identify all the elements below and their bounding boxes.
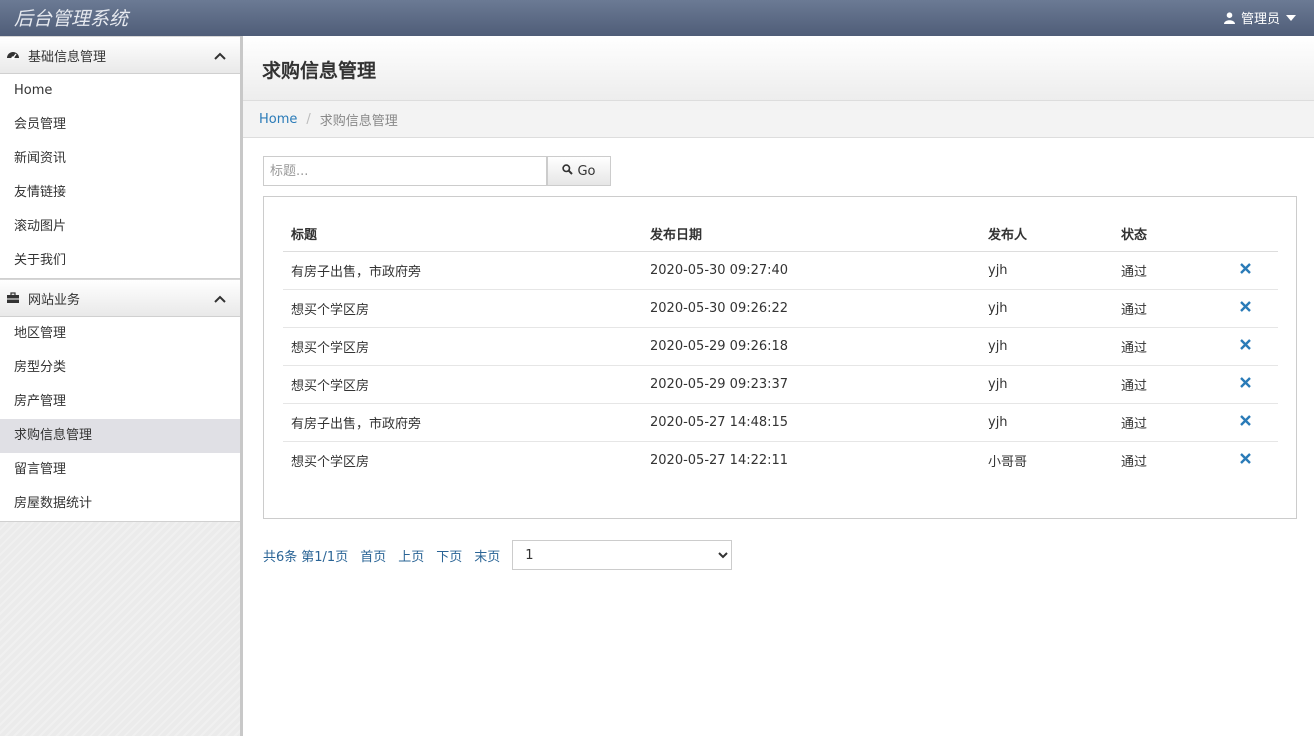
cell-user: yjh <box>980 403 1113 442</box>
cell-date: 2020-05-30 09:27:40 <box>642 251 980 290</box>
sidebar-item-messages[interactable]: 留言管理 <box>0 453 240 487</box>
pagination: 共6条 第1/1页 首页 上页 下页 末页 1 <box>263 540 733 570</box>
cell-user: yjh <box>980 365 1113 404</box>
user-menu[interactable]: 管理员 <box>1223 8 1296 27</box>
top-navbar: 后台管理系统 管理员 <box>0 0 1314 36</box>
close-icon[interactable] <box>1213 327 1278 366</box>
header-title: 标题 <box>283 215 642 252</box>
cell-title: 有房子出售，市政府旁 <box>283 403 642 442</box>
close-icon[interactable] <box>1213 365 1278 404</box>
cell-user: yjh <box>980 327 1113 366</box>
sidebar-item-regions[interactable]: 地区管理 <box>0 317 240 351</box>
cell-title: 有房子出售，市政府旁 <box>283 251 642 290</box>
sidebar-item-home[interactable]: Home <box>0 74 240 108</box>
breadcrumb-current: 求购信息管理 <box>319 113 398 129</box>
close-icon[interactable] <box>1213 441 1278 479</box>
sidebar-item-slides[interactable]: 滚动图片 <box>0 210 240 244</box>
table-row: 想买个学区房 2020-05-29 09:26:18 yjh 通过 <box>283 327 1278 366</box>
cell-status: 通过 <box>1113 327 1213 366</box>
results-panel: 标题 发布日期 发布人 状态 有房子出售，市政府旁 2020-05-30 09:… <box>263 196 1297 519</box>
cell-date: 2020-05-29 09:23:37 <box>642 365 980 404</box>
user-icon <box>1223 11 1235 24</box>
cell-title: 想买个学区房 <box>283 365 642 404</box>
cell-date: 2020-05-29 09:26:18 <box>642 327 980 366</box>
cell-status: 通过 <box>1113 441 1213 479</box>
cell-user: yjh <box>980 289 1113 328</box>
cell-title: 想买个学区房 <box>283 289 642 328</box>
close-icon[interactable] <box>1213 403 1278 442</box>
cell-user: yjh <box>980 251 1113 290</box>
main-content: 求购信息管理 Home / 求购信息管理 Go 标题 发布日期 发布人 状态 <box>243 36 1314 736</box>
search-icon <box>562 163 574 179</box>
close-icon[interactable] <box>1213 251 1278 290</box>
pagination-next-link[interactable]: 下页 <box>436 546 462 565</box>
table-row: 想买个学区房 2020-05-30 09:26:22 yjh 通过 <box>283 289 1278 328</box>
sidebar-item-news[interactable]: 新闻资讯 <box>0 142 240 176</box>
sidebar-item-links[interactable]: 友情链接 <box>0 176 240 210</box>
user-label: 管理员 <box>1240 12 1280 27</box>
cell-date: 2020-05-27 14:22:11 <box>642 441 980 479</box>
sidebar-group-basic[interactable]: 基础信息管理 <box>0 36 240 74</box>
table-row: 有房子出售，市政府旁 2020-05-27 14:48:15 yjh 通过 <box>283 403 1278 442</box>
page-select[interactable]: 1 <box>512 540 733 570</box>
chevron-up-icon <box>214 49 226 64</box>
header-actions <box>1213 215 1278 252</box>
sidebar-item-statistics[interactable]: 房屋数据统计 <box>0 487 240 521</box>
breadcrumb-home-link[interactable]: Home <box>259 112 297 127</box>
cell-status: 通过 <box>1113 365 1213 404</box>
header-status: 状态 <box>1113 215 1213 252</box>
pagination-prev-link[interactable]: 上页 <box>398 546 424 565</box>
breadcrumb: Home / 求购信息管理 <box>243 101 1314 138</box>
page-header: 求购信息管理 <box>243 36 1314 101</box>
close-icon[interactable] <box>1213 289 1278 328</box>
sidebar-group-business[interactable]: 网站业务 <box>0 279 240 317</box>
briefcase-icon <box>6 291 20 305</box>
table-row: 想买个学区房 2020-05-29 09:23:37 yjh 通过 <box>283 365 1278 404</box>
sidebar-item-members[interactable]: 会员管理 <box>0 108 240 142</box>
cell-status: 通过 <box>1113 289 1213 328</box>
cell-status: 通过 <box>1113 251 1213 290</box>
caret-down-icon <box>1286 14 1296 21</box>
table-row: 有房子出售，市政府旁 2020-05-30 09:27:40 yjh 通过 <box>283 251 1278 290</box>
sidebar-item-room-types[interactable]: 房型分类 <box>0 351 240 385</box>
search-button[interactable]: Go <box>547 156 611 186</box>
cell-status: 通过 <box>1113 403 1213 442</box>
breadcrumb-separator: / <box>306 111 311 127</box>
app-brand: 后台管理系统 <box>14 8 129 30</box>
pagination-first-link[interactable]: 首页 <box>360 546 386 565</box>
page-title: 求购信息管理 <box>262 60 377 82</box>
sidebar: 基础信息管理 Home 会员管理 新闻资讯 友情链接 滚动图片 关于我们 网站业… <box>0 36 243 736</box>
dashboard-icon <box>6 48 20 62</box>
purchase-table: 标题 发布日期 发布人 状态 有房子出售，市政府旁 2020-05-30 09:… <box>283 215 1278 479</box>
sidebar-group-title: 基础信息管理 <box>28 49 107 65</box>
sidebar-item-properties[interactable]: 房产管理 <box>0 385 240 419</box>
cell-title: 想买个学区房 <box>283 327 642 366</box>
cell-title: 想买个学区房 <box>283 441 642 479</box>
header-date: 发布日期 <box>642 215 980 252</box>
sidebar-item-purchase-requests[interactable]: 求购信息管理 <box>0 419 240 453</box>
cell-date: 2020-05-30 09:26:22 <box>642 289 980 328</box>
table-header-row: 标题 发布日期 发布人 状态 <box>283 215 1278 252</box>
search-input[interactable] <box>263 156 547 186</box>
search-button-label: Go <box>577 163 596 179</box>
sidebar-group-title: 网站业务 <box>28 292 81 308</box>
table-row: 想买个学区房 2020-05-27 14:22:11 小哥哥 通过 <box>283 441 1278 479</box>
pagination-total: 共6条 <box>263 549 298 565</box>
sidebar-item-about[interactable]: 关于我们 <box>0 244 240 278</box>
header-user: 发布人 <box>980 215 1113 252</box>
chevron-up-icon <box>214 292 226 307</box>
cell-date: 2020-05-27 14:48:15 <box>642 403 980 442</box>
pagination-last-link[interactable]: 末页 <box>474 546 500 565</box>
pagination-page-info: 第1/1页 <box>301 549 349 565</box>
cell-user: 小哥哥 <box>980 441 1113 479</box>
